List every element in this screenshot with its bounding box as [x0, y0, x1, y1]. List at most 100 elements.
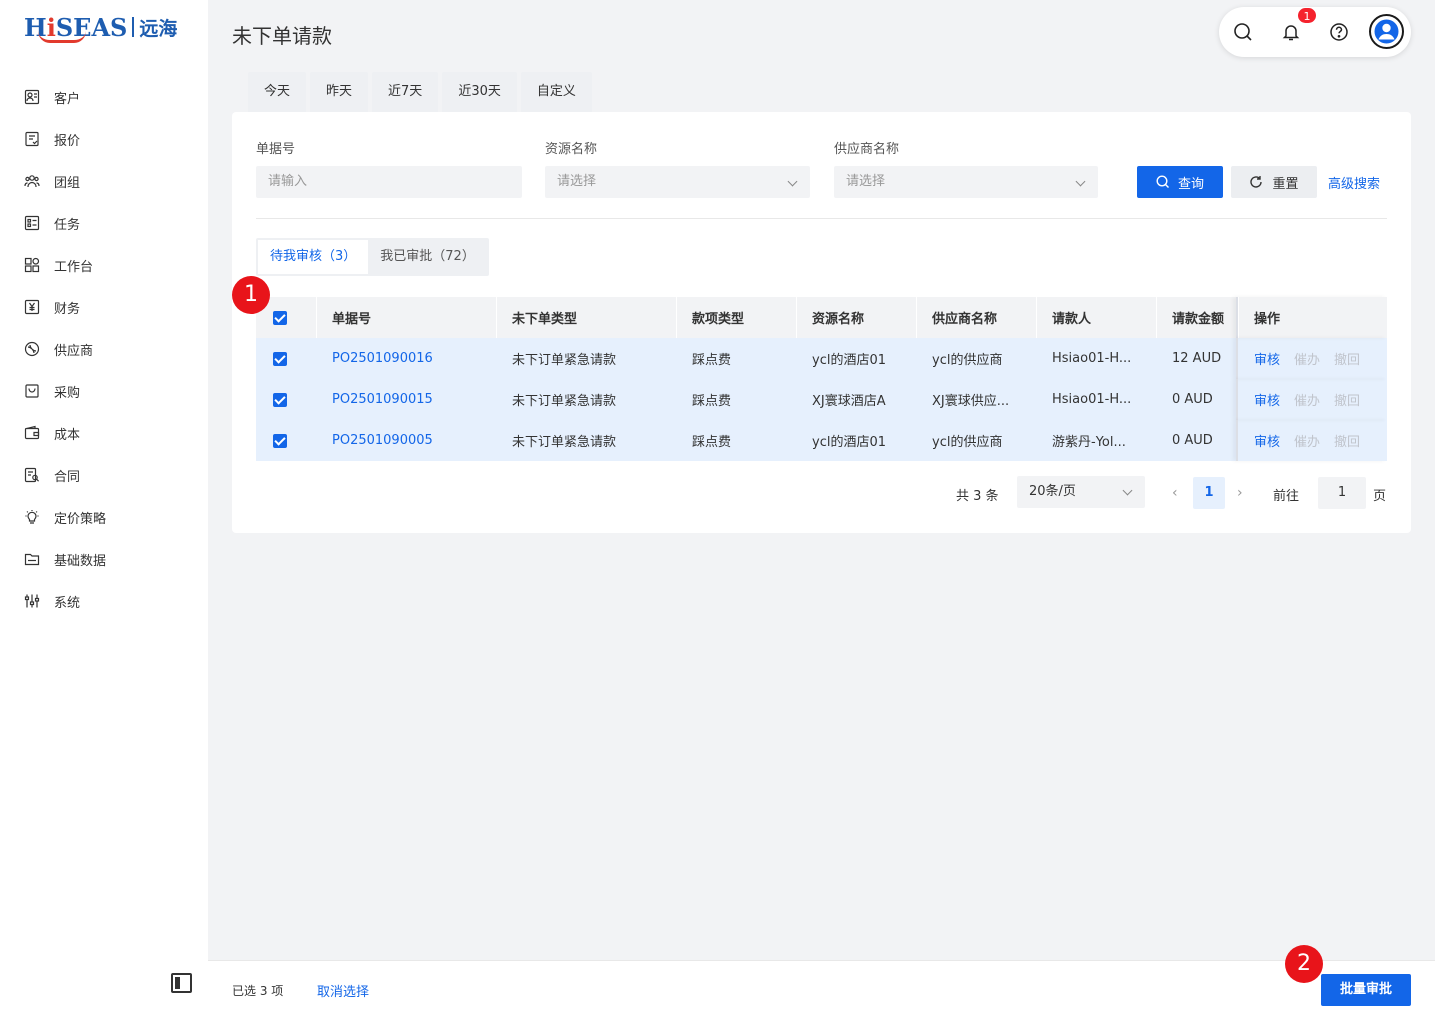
row-checkbox[interactable] — [273, 351, 287, 366]
doc-no-link[interactable]: PO2501090016 — [316, 338, 496, 379]
sidebar-item-purchase[interactable]: 采购 — [0, 370, 208, 412]
resource-label: 资源名称 — [545, 142, 598, 157]
user-avatar-icon — [1374, 19, 1399, 44]
column-header: 请款人 — [1036, 297, 1156, 338]
sidebar-item-system[interactable]: 系统 — [0, 580, 208, 622]
page-unit-label: 页 — [1373, 489, 1387, 504]
sidebar-item-cost[interactable]: 成本 — [0, 412, 208, 454]
page-size-select[interactable]: 20条/页 — [1017, 476, 1145, 508]
chevron-down-icon — [1075, 176, 1086, 187]
bell-icon[interactable] — [1279, 20, 1303, 44]
tab-last-7-days[interactable]: 近7天 — [372, 72, 439, 112]
amount-cell: 12 AUD — [1172, 351, 1222, 366]
supplier-select[interactable]: 请选择 — [834, 166, 1098, 198]
chevron-down-icon — [787, 176, 798, 187]
task-icon — [24, 215, 40, 231]
sidebar-item-label: 基础数据 — [54, 553, 107, 569]
tab-pending-review[interactable]: 待我审核（3） — [258, 240, 369, 274]
resource-cell: XJ寰球酒店A — [812, 394, 886, 409]
table-header-row: 单据号 未下单类型 款项类型 资源名称 供应商名称 请款人 请款金额 操作 — [256, 297, 1387, 338]
review-button[interactable]: 审核 — [1254, 390, 1280, 409]
column-header: 款项类型 — [676, 297, 796, 338]
sidebar-item-finance[interactable]: 财务 — [0, 286, 208, 328]
urge-button[interactable]: 催办 — [1294, 431, 1320, 450]
doc-no-link[interactable]: PO2501090005 — [316, 420, 496, 461]
sidebar-item-pricing[interactable]: 定价策略 — [0, 496, 208, 538]
doc-no-link[interactable]: PO2501090015 — [316, 379, 496, 420]
review-button[interactable]: 审核 — [1254, 349, 1280, 368]
logo-arc-icon — [38, 31, 86, 43]
sidebar-item-contract[interactable]: 合同 — [0, 454, 208, 496]
resource-cell: ycl的酒店01 — [812, 353, 886, 368]
cancel-selection-link[interactable]: 取消选择 — [317, 981, 369, 1000]
advanced-search-link[interactable]: 高级搜索 — [1328, 173, 1380, 192]
notification-badge: 1 — [1297, 7, 1317, 24]
search-icon[interactable] — [1231, 20, 1255, 44]
tab-approved[interactable]: 我已审批（72） — [368, 240, 487, 274]
column-header: 操作 — [1236, 297, 1387, 338]
contract-icon — [24, 467, 40, 483]
sidebar-item-workbench[interactable]: 工作台 — [0, 244, 208, 286]
doc-no-input[interactable]: 请输入 — [256, 166, 522, 198]
revoke-button[interactable]: 撤回 — [1334, 390, 1360, 409]
row-checkbox[interactable] — [273, 433, 287, 448]
request-table: 单据号 未下单类型 款项类型 资源名称 供应商名称 请款人 请款金额 操作 PO… — [256, 297, 1387, 461]
refresh-icon — [1250, 176, 1263, 188]
sidebar-item-group[interactable]: 团组 — [0, 160, 208, 202]
review-button[interactable]: 审核 — [1254, 431, 1280, 450]
query-button[interactable]: 查询 — [1137, 166, 1223, 198]
requester-cell: Hsiao01-H... — [1052, 392, 1132, 407]
type-cell: 未下订单紧急请款 — [512, 435, 617, 450]
doc-no-placeholder: 请输入 — [268, 174, 308, 189]
sidebar-item-label: 团组 — [54, 175, 81, 191]
kind-cell: 踩点费 — [692, 435, 732, 450]
sidebar-item-supplier[interactable]: 供应商 — [0, 328, 208, 370]
column-header: 供应商名称 — [916, 297, 1036, 338]
sidebar-collapse-icon[interactable] — [171, 973, 192, 993]
row-checkbox[interactable] — [273, 392, 287, 407]
tab-custom[interactable]: 自定义 — [520, 72, 592, 112]
reset-label: 重置 — [1272, 176, 1299, 192]
amount-cell: 0 AUD — [1172, 392, 1213, 407]
revoke-button[interactable]: 撤回 — [1334, 431, 1360, 450]
sidebar-item-label: 成本 — [54, 427, 81, 443]
tab-last-30-days[interactable]: 近30天 — [442, 72, 517, 112]
select-all-checkbox[interactable] — [273, 310, 287, 325]
table-row: PO2501090016 未下订单紧急请款 踩点费 ycl的酒店01 ycl的供… — [256, 338, 1387, 379]
avatar[interactable] — [1369, 14, 1404, 49]
column-header: 未下单类型 — [496, 297, 676, 338]
urge-button[interactable]: 催办 — [1294, 390, 1320, 409]
finance-icon — [24, 299, 40, 315]
urge-button[interactable]: 催办 — [1294, 349, 1320, 368]
resource-placeholder: 请选择 — [557, 174, 597, 189]
supplier-cell: XJ寰球供应... — [932, 394, 1010, 409]
requester-cell: 游紫丹-Yol... — [1052, 435, 1126, 450]
sidebar-item-quote[interactable]: 报价 — [0, 118, 208, 160]
basic-data-icon — [24, 551, 40, 567]
row-checkbox-cell — [256, 338, 316, 379]
tab-today[interactable]: 今天 — [248, 72, 307, 112]
resource-select[interactable]: 请选择 — [545, 166, 810, 198]
batch-approve-button[interactable]: 批量审批 — [1321, 974, 1411, 1006]
sidebar-item-task[interactable]: 任务 — [0, 202, 208, 244]
type-cell: 未下订单紧急请款 — [512, 394, 617, 409]
cost-icon — [24, 425, 40, 441]
supplier-cell: ycl的供应商 — [932, 353, 1003, 368]
column-header: 单据号 — [316, 297, 496, 338]
goto-page-input[interactable]: 1 — [1318, 477, 1366, 509]
sidebar-item-basic-data[interactable]: 基础数据 — [0, 538, 208, 580]
next-page-icon[interactable]: › — [1237, 485, 1247, 501]
prev-page-icon[interactable]: ‹ — [1172, 485, 1182, 501]
current-page[interactable]: 1 — [1193, 477, 1225, 509]
step-marker-1: 1 — [232, 276, 270, 314]
tab-yesterday[interactable]: 昨天 — [310, 72, 369, 112]
sidebar-item-customer[interactable]: 客户 — [0, 76, 208, 118]
search-icon — [1156, 175, 1169, 188]
help-icon[interactable] — [1327, 20, 1351, 44]
actions-cell: 审核 催办 撤回 — [1236, 379, 1387, 420]
bottom-action-bar: 已选 3 项 取消选择 批量审批 — [208, 960, 1435, 1017]
reset-button[interactable]: 重置 — [1231, 166, 1317, 198]
revoke-button[interactable]: 撤回 — [1334, 349, 1360, 368]
logo-chinese: 远海 — [139, 17, 178, 40]
table-row: PO2501090015 未下订单紧急请款 踩点费 XJ寰球酒店A XJ寰球供应… — [256, 379, 1387, 420]
